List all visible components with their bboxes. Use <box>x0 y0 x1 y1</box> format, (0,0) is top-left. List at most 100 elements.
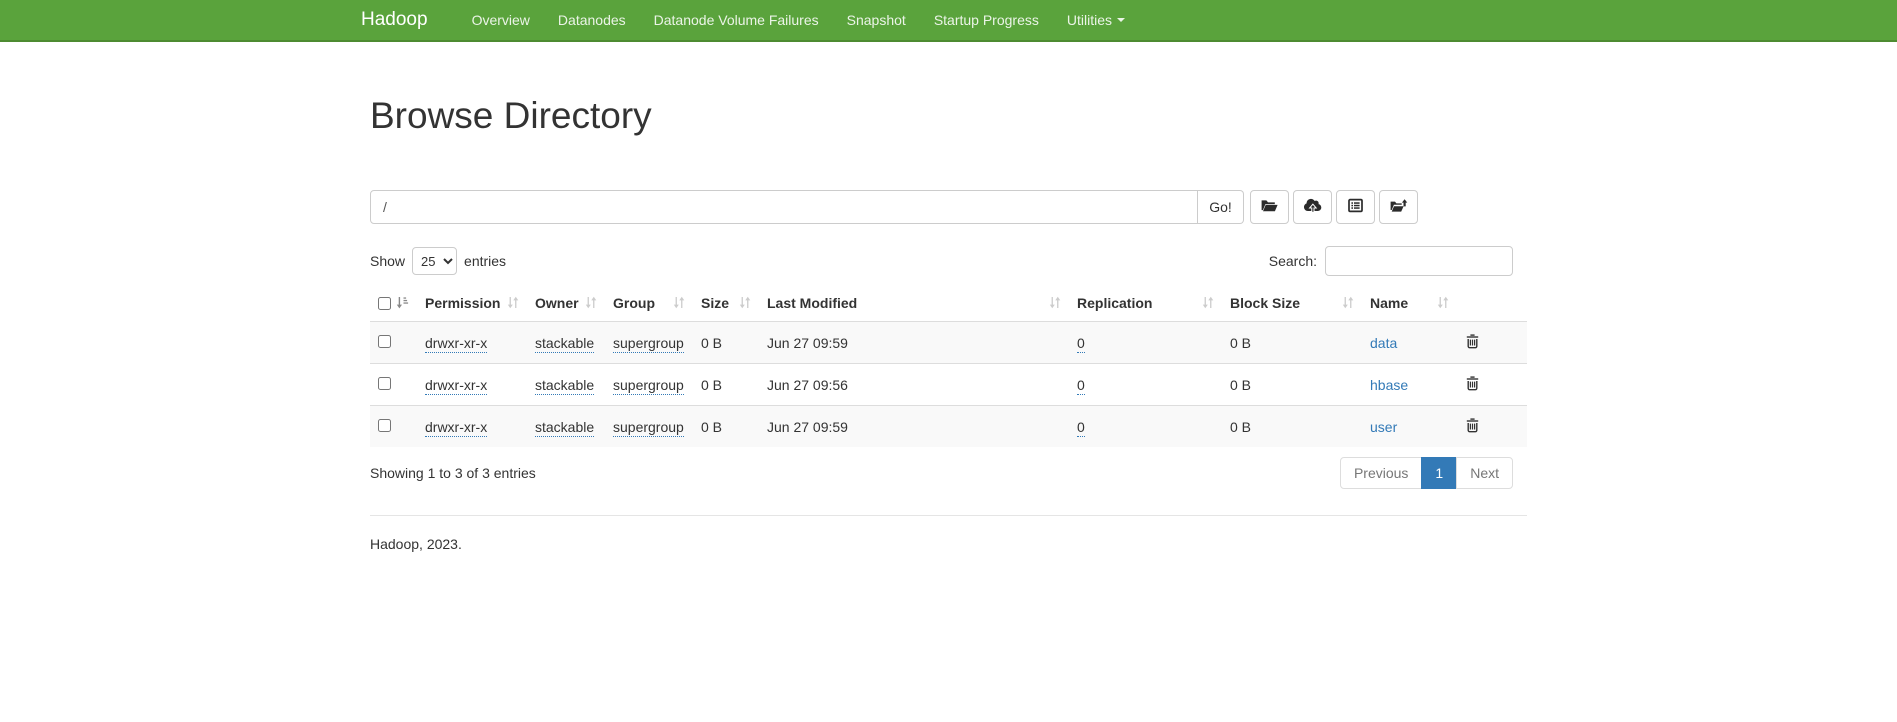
header-actions <box>1457 286 1527 322</box>
entries-label: entries <box>464 253 506 269</box>
header-size[interactable]: Size <box>693 286 759 322</box>
create-directory-button[interactable] <box>1250 190 1289 224</box>
header-label: Group <box>613 295 655 311</box>
header-select-all[interactable] <box>370 286 417 322</box>
header-label: Block Size <box>1230 295 1300 311</box>
row-checkbox[interactable] <box>378 377 391 390</box>
nav-item-utilities-dropdown[interactable]: Utilities <box>1053 0 1139 40</box>
nav-item-datanodes[interactable]: Datanodes <box>544 0 640 40</box>
navbar-links: Overview Datanodes Datanode Volume Failu… <box>458 0 1139 40</box>
footer-divider <box>370 515 1527 516</box>
upload-files-button[interactable] <box>1293 190 1332 224</box>
block-size-cell: 0 B <box>1230 419 1251 435</box>
last-modified-cell: Jun 27 09:56 <box>767 377 848 393</box>
trash-icon <box>1465 379 1480 394</box>
header-label: Owner <box>535 295 579 311</box>
row-checkbox[interactable] <box>378 335 391 348</box>
sort-both-icon <box>507 296 519 312</box>
page-length-control: Show 25 entries <box>370 247 506 275</box>
table-controls: Show 25 entries Search: <box>370 246 1527 276</box>
table-row: drwxr-xr-x stackable supergroup 0 B Jun … <box>370 406 1527 448</box>
sort-both-icon <box>1342 296 1354 312</box>
nav-label: Datanode Volume Failures <box>654 12 819 28</box>
sort-both-icon <box>673 296 685 312</box>
header-owner[interactable]: Owner <box>527 286 605 322</box>
replication-cell[interactable]: 0 <box>1077 419 1085 437</box>
brand-label: Hadoop <box>361 9 428 30</box>
owner-cell[interactable]: stackable <box>535 419 594 437</box>
permission-cell[interactable]: drwxr-xr-x <box>425 419 487 437</box>
last-modified-cell: Jun 27 09:59 <box>767 419 848 435</box>
path-bar: Go! <box>370 190 1527 224</box>
header-permission[interactable]: Permission <box>417 286 527 322</box>
header-label: Name <box>1370 295 1408 311</box>
header-group[interactable]: Group <box>605 286 693 322</box>
select-all-checkbox[interactable] <box>378 297 391 310</box>
caret-down-icon <box>1117 18 1125 22</box>
search-input[interactable] <box>1325 246 1513 276</box>
block-size-cell: 0 B <box>1230 377 1251 393</box>
group-cell[interactable]: supergroup <box>613 419 684 437</box>
go-button[interactable]: Go! <box>1198 190 1244 224</box>
table-footer: Showing 1 to 3 of 3 entries Previous 1 N… <box>370 457 1527 489</box>
size-cell: 0 B <box>701 335 722 351</box>
header-label: Permission <box>425 295 500 311</box>
sort-both-icon <box>739 296 751 312</box>
nav-label: Utilities <box>1067 12 1112 28</box>
group-cell[interactable]: supergroup <box>613 335 684 353</box>
delete-button[interactable] <box>1465 375 1480 391</box>
row-checkbox[interactable] <box>378 419 391 432</box>
sort-both-icon <box>585 296 597 312</box>
delete-button[interactable] <box>1465 333 1480 349</box>
table-row: drwxr-xr-x stackable supergroup 0 B Jun … <box>370 364 1527 406</box>
pagination-previous[interactable]: Previous <box>1340 457 1422 489</box>
nav-label: Startup Progress <box>934 12 1039 28</box>
folder-open-icon <box>1261 198 1278 216</box>
top-navbar: Hadoop Overview Datanodes Datanode Volum… <box>0 0 1897 42</box>
permission-cell[interactable]: drwxr-xr-x <box>425 377 487 395</box>
header-replication[interactable]: Replication <box>1069 286 1222 322</box>
table-info: Showing 1 to 3 of 3 entries <box>370 465 536 481</box>
pagination: Previous 1 Next <box>1340 457 1513 489</box>
nav-item-datanode-volume-failures[interactable]: Datanode Volume Failures <box>640 0 833 40</box>
owner-cell[interactable]: stackable <box>535 335 594 353</box>
directory-link[interactable]: user <box>1370 419 1397 435</box>
site-footer-text: Hadoop, 2023. <box>370 536 1527 552</box>
header-label: Replication <box>1077 295 1152 311</box>
nav-item-snapshot[interactable]: Snapshot <box>833 0 920 40</box>
nav-item-startup-progress[interactable]: Startup Progress <box>920 0 1053 40</box>
size-cell: 0 B <box>701 377 722 393</box>
group-cell[interactable]: supergroup <box>613 377 684 395</box>
folder-move-icon <box>1390 198 1408 216</box>
last-modified-cell: Jun 27 09:59 <box>767 335 848 351</box>
replication-cell[interactable]: 0 <box>1077 335 1085 353</box>
header-block-size[interactable]: Block Size <box>1222 286 1362 322</box>
block-size-cell: 0 B <box>1230 335 1251 351</box>
pagination-next[interactable]: Next <box>1456 457 1513 489</box>
nav-label: Datanodes <box>558 12 626 28</box>
replication-cell[interactable]: 0 <box>1077 377 1085 395</box>
permission-cell[interactable]: drwxr-xr-x <box>425 335 487 353</box>
table-search: Search: <box>1269 246 1513 276</box>
delete-button[interactable] <box>1465 417 1480 433</box>
pagination-page-1[interactable]: 1 <box>1421 457 1457 489</box>
size-cell: 0 B <box>701 419 722 435</box>
page-title: Browse Directory <box>370 94 1527 138</box>
nav-item-overview[interactable]: Overview <box>458 0 544 40</box>
path-input-group: Go! <box>370 190 1244 224</box>
directory-link[interactable]: data <box>1370 335 1397 351</box>
header-last-modified[interactable]: Last Modified <box>759 286 1069 322</box>
cut-selected-button[interactable] <box>1336 190 1375 224</box>
cloud-upload-icon <box>1304 198 1322 216</box>
header-name[interactable]: Name <box>1362 286 1457 322</box>
directory-path-input[interactable] <box>370 190 1198 224</box>
table-row: drwxr-xr-x stackable supergroup 0 B Jun … <box>370 322 1527 364</box>
paste-button[interactable] <box>1379 190 1418 224</box>
header-label: Size <box>701 295 729 311</box>
page-size-select[interactable]: 25 <box>412 247 457 275</box>
navbar-brand[interactable]: Hadoop <box>361 9 442 31</box>
owner-cell[interactable]: stackable <box>535 377 594 395</box>
directory-link[interactable]: hbase <box>1370 377 1408 393</box>
show-label: Show <box>370 253 405 269</box>
sort-both-icon <box>1437 296 1449 312</box>
